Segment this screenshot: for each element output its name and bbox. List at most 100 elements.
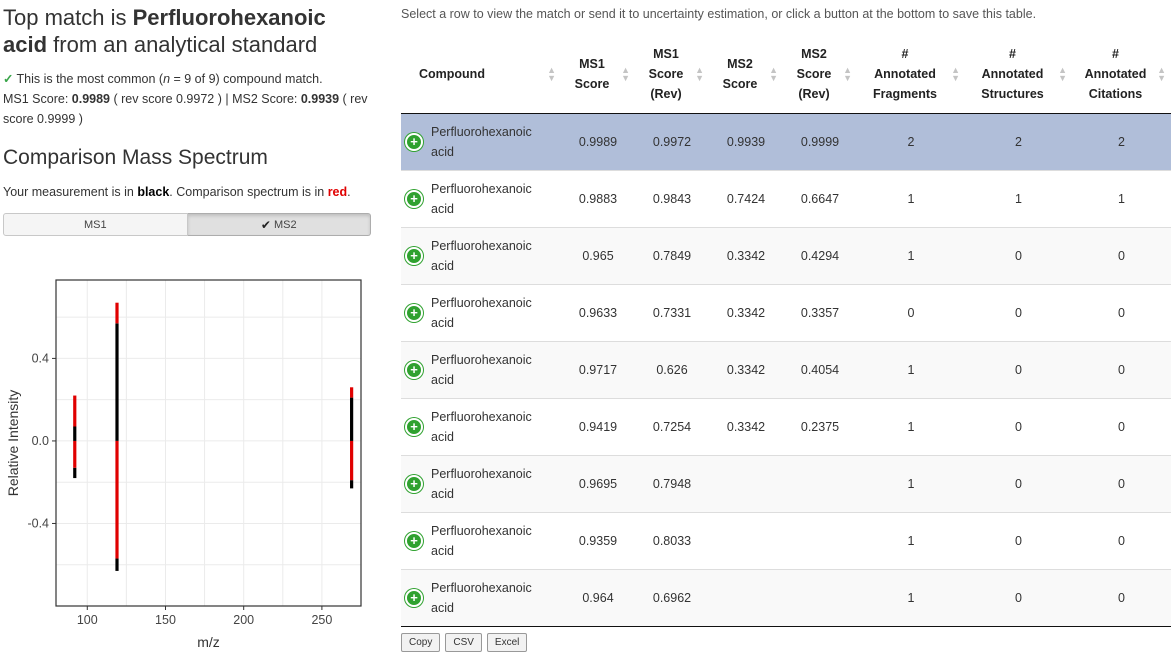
y-tick-label: 0.4 (32, 351, 49, 365)
spectrum-plot[interactable]: 100 150 200 250 -0.4 0.0 0.4 m/z Relative Intens… (0, 270, 380, 658)
table-header-row: Compound ▲ ▼ MS1 Score ▲ ▼ MS1 Score (Rev) ▲ ▼ MS2 Sc… (401, 36, 1171, 114)
cell-ms1-score-rev: 0.9972 (635, 112, 709, 170)
expand-plus-icon[interactable]: + (405, 303, 423, 322)
table-row[interactable]: + Perfluorohexanoic acid 0.965 0.7849 0.3342… (401, 226, 1171, 284)
table-row[interactable]: + Perfluorohexanoic acid 0.9359 0.8033 1 0 0 (401, 511, 1171, 569)
cell-annotated-fragments: 1 (857, 454, 965, 512)
copy-button[interactable]: Copy (401, 633, 441, 652)
check-icon: ✓ (3, 72, 14, 86)
sort-icon[interactable]: ▲ ▼ (951, 66, 960, 83)
expand-plus-icon[interactable]: + (405, 246, 423, 265)
ms1-toggle-button[interactable]: MS1 (3, 213, 188, 236)
cell-ms1-score: 0.965 (561, 226, 635, 284)
sort-icon[interactable]: ▲ ▼ (1058, 66, 1067, 83)
cell-annotated-structures: 2 (965, 112, 1072, 170)
table-row[interactable]: + Perfluorohexanoic acid 0.964 0.6962 1 0 0 (401, 568, 1171, 627)
matches-table: Compound ▲ ▼ MS1 Score ▲ ▼ MS1 Score (Rev) ▲ ▼ MS2 Sc… (401, 36, 1171, 627)
sort-icon[interactable]: ▲ ▼ (621, 66, 630, 83)
column-header-ms2-score[interactable]: MS2 Score ▲ ▼ (709, 36, 783, 114)
cell-annotated-structures: 0 (965, 283, 1072, 341)
cell-ms2-score: 0.7424 (709, 169, 783, 227)
cell-ms1-score: 0.9883 (561, 169, 635, 227)
expand-plus-icon[interactable]: + (405, 360, 423, 379)
compound-name: Perfluorohexanoic acid (431, 295, 532, 330)
sort-icon[interactable]: ▲ ▼ (1157, 66, 1166, 83)
right-panel: Select a row to view the match or send i… (401, 0, 1171, 658)
cell-ms2-score (709, 454, 783, 512)
cell-ms2-score-rev: 0.4294 (783, 226, 857, 284)
cell-ms2-score: 0.3342 (709, 340, 783, 398)
table-row[interactable]: + Perfluorohexanoic acid 0.9883 0.9843 0.742… (401, 169, 1171, 227)
column-header-ms1-score[interactable]: MS1 Score ▲ ▼ (561, 36, 635, 114)
cell-ms1-score-rev: 0.626 (635, 340, 709, 398)
cell-ms2-score-rev: 0.6647 (783, 169, 857, 227)
sort-icon[interactable]: ▲ ▼ (547, 66, 556, 83)
top-match-title: Top match is Perfluorohexanoic acid from… (3, 5, 326, 57)
cell-ms1-score: 0.9419 (561, 397, 635, 455)
column-header-ms2-score-rev[interactable]: MS2 Score (Rev) ▲ ▼ (783, 36, 857, 114)
cell-annotated-citations: 0 (1072, 568, 1171, 627)
cell-ms1-score-rev: 0.7948 (635, 454, 709, 512)
expand-plus-icon[interactable]: + (405, 132, 423, 151)
cell-ms1-score: 0.9717 (561, 340, 635, 398)
cell-compound: + Perfluorohexanoic acid (401, 340, 561, 398)
table-row[interactable]: + Perfluorohexanoic acid 0.9717 0.626 0.3342… (401, 340, 1171, 398)
spectrum-chart[interactable]: 100 150 200 250 -0.4 0.0 0.4 m/z Relative Intens… (0, 270, 380, 658)
cell-compound: + Perfluorohexanoic acid (401, 226, 561, 284)
column-header-annotated-citations[interactable]: # Annotated Citations ▲ ▼ (1072, 36, 1171, 114)
cell-annotated-fragments: 1 (857, 226, 965, 284)
table-row[interactable]: + Perfluorohexanoic acid 0.9419 0.7254 0.334… (401, 397, 1171, 455)
cell-annotated-citations: 0 (1072, 397, 1171, 455)
compound-name: Perfluorohexanoic acid (431, 352, 532, 387)
sort-icon[interactable]: ▲ ▼ (843, 66, 852, 83)
cell-ms2-score-rev (783, 568, 857, 627)
expand-plus-icon[interactable]: + (405, 189, 423, 208)
expand-plus-icon[interactable]: + (405, 474, 423, 493)
compound-name: Perfluorohexanoic acid (431, 238, 532, 273)
cell-annotated-fragments: 1 (857, 340, 965, 398)
expand-plus-icon[interactable]: + (405, 588, 423, 607)
csv-button[interactable]: CSV (445, 633, 482, 652)
cell-ms1-score: 0.964 (561, 568, 635, 627)
cell-annotated-citations: 2 (1072, 112, 1171, 170)
cell-annotated-citations: 0 (1072, 454, 1171, 512)
plot-area (56, 280, 361, 606)
x-tick-label: 200 (233, 613, 254, 627)
y-axis-label: Relative Intensity (5, 390, 21, 497)
cell-annotated-fragments: 1 (857, 397, 965, 455)
cell-ms2-score-rev: 0.3357 (783, 283, 857, 341)
ms2-toggle-button[interactable]: ✔ MS2 (187, 213, 371, 236)
column-header-compound[interactable]: Compound ▲ ▼ (401, 36, 561, 114)
cell-annotated-citations: 0 (1072, 511, 1171, 569)
sort-icon[interactable]: ▲ ▼ (695, 66, 704, 83)
table-row[interactable]: + Perfluorohexanoic acid 0.9695 0.7948 1 0 0 (401, 454, 1171, 512)
table-row[interactable]: + Perfluorohexanoic acid 0.9633 0.7331 0.334… (401, 283, 1171, 341)
table-row[interactable]: + Perfluorohexanoic acid 0.9989 0.9972 0.993… (401, 112, 1171, 170)
cell-compound: + Perfluorohexanoic acid (401, 568, 561, 627)
cell-annotated-fragments: 0 (857, 283, 965, 341)
cell-ms1-score-rev: 0.7331 (635, 283, 709, 341)
compound-name: Perfluorohexanoic acid (431, 181, 532, 216)
sort-icon[interactable]: ▲ ▼ (769, 66, 778, 83)
cell-compound: + Perfluorohexanoic acid (401, 112, 561, 170)
expand-plus-icon[interactable]: + (405, 531, 423, 550)
column-header-annotated-structures[interactable]: # Annotated Structures ▲ ▼ (965, 36, 1072, 114)
compound-name: Perfluorohexanoic acid (431, 409, 532, 444)
x-tick-label: 150 (155, 613, 176, 627)
cell-ms2-score-rev: 0.2375 (783, 397, 857, 455)
column-header-ms1-score-rev[interactable]: MS1 Score (Rev) ▲ ▼ (635, 36, 709, 114)
cell-ms2-score (709, 568, 783, 627)
cell-ms1-score-rev: 0.9843 (635, 169, 709, 227)
cell-annotated-fragments: 1 (857, 169, 965, 227)
cell-ms1-score: 0.9989 (561, 112, 635, 170)
left-panel: Top match is Perfluorohexanoic acid from… (0, 0, 380, 658)
cell-compound: + Perfluorohexanoic acid (401, 511, 561, 569)
excel-button[interactable]: Excel (486, 633, 528, 652)
cell-ms1-score-rev: 0.7849 (635, 226, 709, 284)
cell-annotated-fragments: 1 (857, 568, 965, 627)
expand-plus-icon[interactable]: + (405, 417, 423, 436)
x-tick-label: 250 (311, 613, 332, 627)
column-header-annotated-fragments[interactable]: # Annotated Fragments ▲ ▼ (857, 36, 965, 114)
cell-ms2-score (709, 511, 783, 569)
compound-name: Perfluorohexanoic acid (431, 523, 532, 558)
